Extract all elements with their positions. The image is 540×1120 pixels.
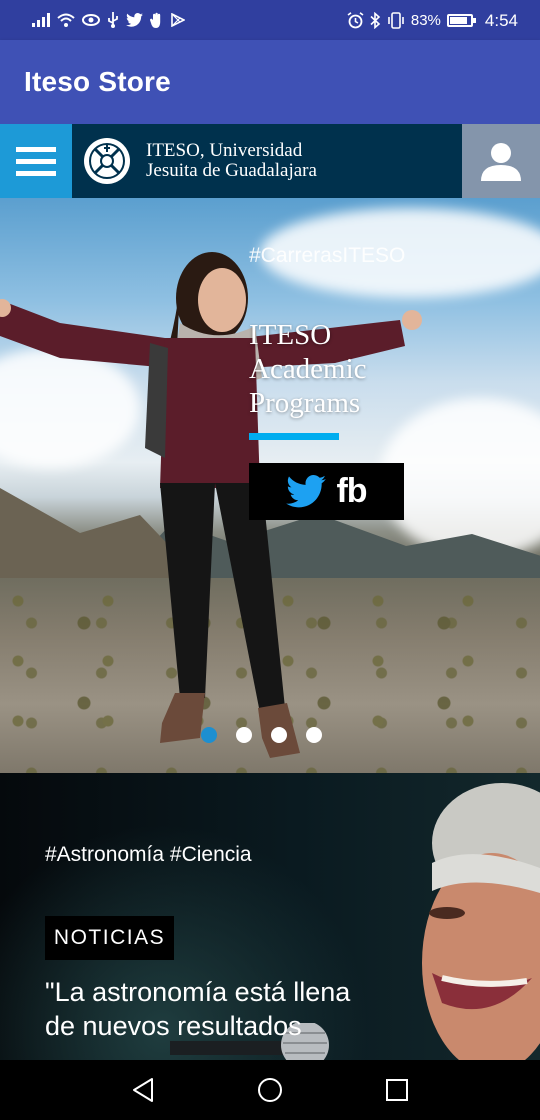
carousel-dot-3[interactable] [271,727,287,743]
hero-title-line-3: Programs [249,387,361,419]
app-title: Iteso Store [24,66,171,97]
user-icon [481,143,521,181]
status-right-icons: 83% 4:54 [347,10,518,30]
eye-icon [82,14,100,26]
battery-icon [446,13,476,27]
hamburger-menu-icon [16,146,56,152]
news-tags[interactable]: #Astronomía #Ciencia [45,843,252,867]
vibrate-icon [388,11,404,29]
logo-line-2: Jesuita de Guadalajara [146,160,317,181]
logo-text: ITESO, Universidad Jesuita de Guadalajar… [146,141,317,181]
home-icon [257,1078,282,1102]
twitter-icon [126,13,143,27]
site-header: ITESO, Universidad Jesuita de Guadalajar… [0,124,540,198]
home-button[interactable] [250,1070,290,1110]
logo-line-1: ITESO, Universidad [146,140,303,161]
recents-icon [385,1079,408,1101]
battery-percent: 83% [410,11,441,29]
clock: 4:54 [484,10,518,30]
hamburger-menu-icon-bar [16,158,56,164]
iteso-logo-link[interactable]: ITESO, Universidad Jesuita de Guadalajar… [72,124,462,198]
system-nav-bar [0,1060,540,1120]
hamburger-menu-button[interactable] [0,124,72,198]
app-bar: Iteso Store [0,40,540,124]
hero-hashtag[interactable]: #CarrerasITESO [249,244,405,268]
hamburger-menu-icon-bar [16,170,56,176]
news-card[interactable]: #Astronomía #Ciencia NOTICIAS "La astron… [0,773,540,1060]
iteso-seal-icon [84,138,130,184]
back-button[interactable] [123,1070,163,1110]
carousel-dots [201,727,322,743]
scientist-portrait [422,783,540,1060]
social-links: fb [249,463,404,520]
hero-title-line-1: ITESO [249,319,332,351]
back-icon [133,1078,154,1102]
hero-carousel[interactable]: #CarrerasITESO ITESO Academic Programs f… [0,198,540,773]
facebook-link[interactable]: fb [336,472,367,511]
recents-button[interactable] [377,1070,417,1110]
status-left-icons [32,12,185,28]
carousel-dot-1[interactable] [201,727,217,743]
news-headline[interactable]: "La astronomía está llena de nuevos resu… [45,975,365,1043]
hand-icon [150,12,161,28]
status-bar: 83% 4:54 [0,0,540,40]
wifi-icon [57,13,75,27]
battery-fill [449,16,467,24]
bluetooth-icon [370,11,381,29]
play-store-icon [171,13,185,27]
hero-title-line-2: Academic [249,353,367,385]
hero-title: ITESO Academic Programs [249,318,367,420]
usb-icon [108,12,118,28]
carousel-dot-2[interactable] [236,727,252,743]
alarm-icon [347,11,364,28]
news-badge: NOTICIAS [45,916,174,960]
twitter-icon[interactable] [286,475,327,508]
carousel-dot-4[interactable] [306,727,322,743]
hero-accent-line [249,433,339,440]
user-account-button[interactable] [462,124,540,198]
signal-icon [32,13,50,27]
